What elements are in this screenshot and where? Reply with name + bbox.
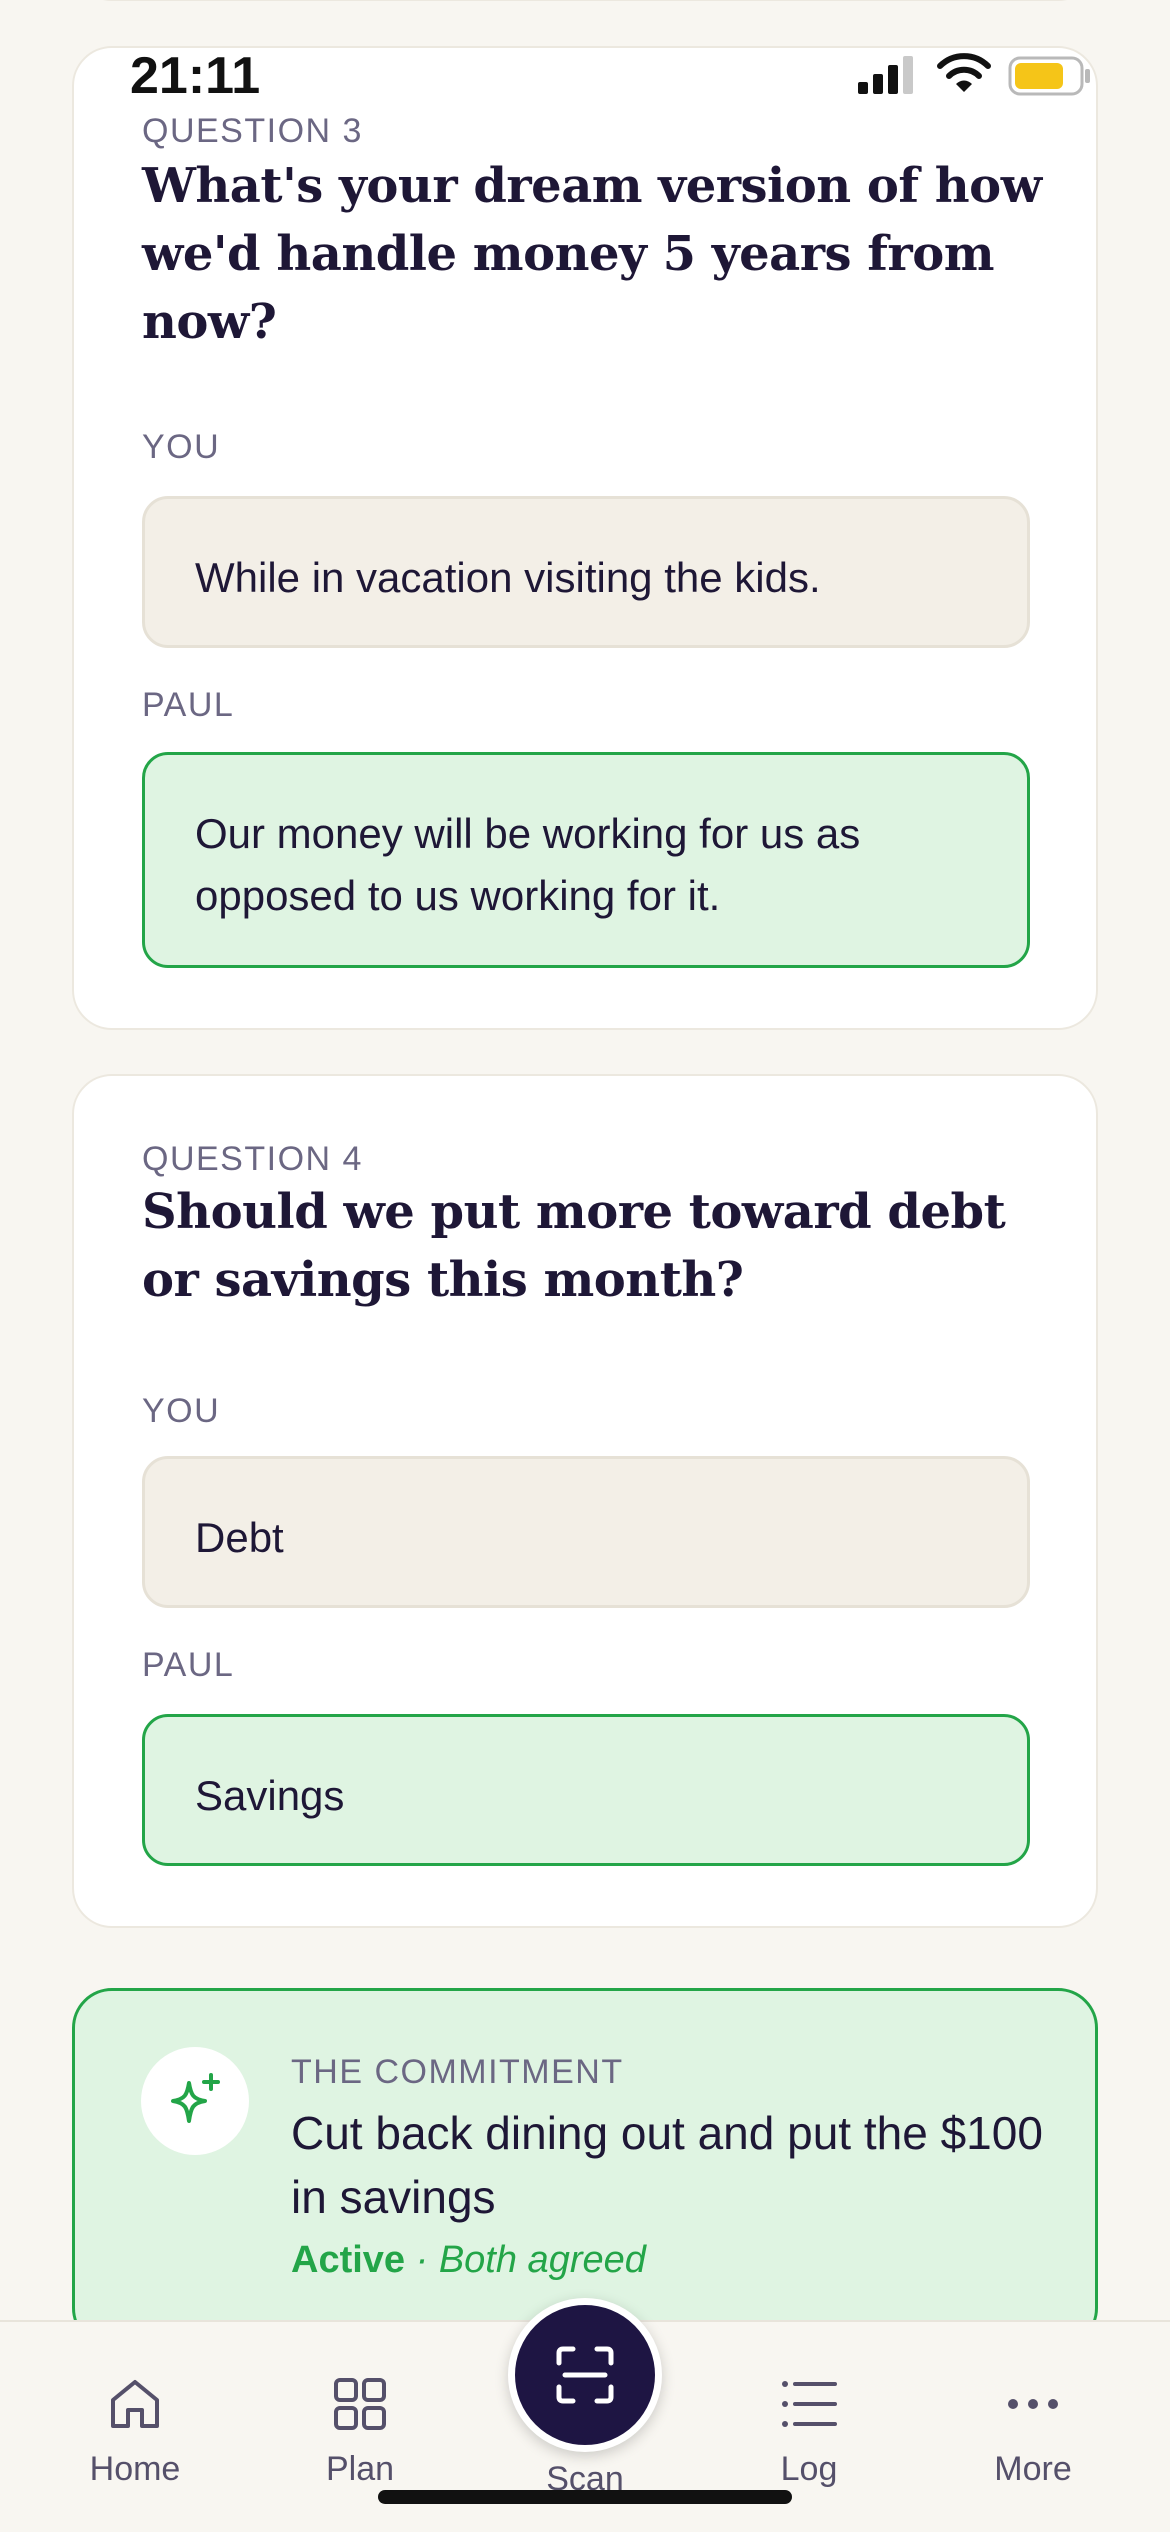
tab-home-label: Home <box>89 2450 181 2488</box>
sparkle-icon <box>141 2047 249 2155</box>
commitment-status: Active · Both agreed <box>291 2239 646 2282</box>
partner-label: PAUL <box>142 1646 235 1684</box>
status-active: Active <box>291 2239 406 2281</box>
tab-home[interactable]: Home <box>50 2372 220 2489</box>
you-answer: While in vacation visiting the kids. <box>142 496 1030 648</box>
question-title: What's your dream version of how we'd ha… <box>142 158 1042 350</box>
partner-label: PAUL <box>142 686 235 724</box>
more-icon <box>948 2372 1118 2436</box>
screen: QUESTION 3 What's your dream version of … <box>0 0 1170 2532</box>
you-answer: Debt <box>142 1456 1030 1608</box>
you-label: YOU <box>142 1392 221 1430</box>
tab-more[interactable]: More <box>948 2372 1118 2489</box>
commitment-label: THE COMMITMENT <box>291 2053 624 2091</box>
status-detail: · Both agreed <box>405 2239 646 2281</box>
commitment-card[interactable]: THE COMMITMENT Cut back dining out and p… <box>72 1988 1098 2348</box>
tab-plan-label: Plan <box>325 2450 395 2488</box>
partner-answer: Our money will be working for us as oppo… <box>142 752 1030 968</box>
question-card-4: QUESTION 4 Should we put more toward deb… <box>72 1074 1098 1928</box>
cellular-signal-icon <box>858 56 913 94</box>
tab-log[interactable]: Log <box>724 2372 894 2489</box>
tab-log-label: Log <box>780 2450 838 2488</box>
you-label: YOU <box>142 428 221 466</box>
wifi-icon <box>937 53 991 92</box>
question-label: QUESTION 4 <box>142 1140 363 1178</box>
grid-icon <box>275 2372 445 2436</box>
status-time: 21:11 <box>130 47 261 105</box>
list-icon <box>724 2372 894 2436</box>
question-card-3: QUESTION 3 What's your dream version of … <box>72 46 1098 1030</box>
partner-answer: Savings <box>142 1714 1030 1866</box>
home-icon <box>50 2372 220 2436</box>
tab-more-label: More <box>994 2450 1072 2488</box>
scan-button[interactable] <box>508 2298 662 2452</box>
commitment-text: Cut back dining out and put the $100 in … <box>291 2107 1043 2223</box>
question-label: QUESTION 3 <box>142 112 363 150</box>
scan-icon <box>556 2346 614 2404</box>
question-title: Should we put more toward debt or saving… <box>142 1184 1006 1308</box>
status-bar: 21:11 <box>130 46 1100 110</box>
home-indicator <box>378 2490 792 2504</box>
previous-card <box>72 0 1098 1</box>
battery-icon <box>1008 56 1090 96</box>
tab-plan[interactable]: Plan <box>275 2372 445 2489</box>
